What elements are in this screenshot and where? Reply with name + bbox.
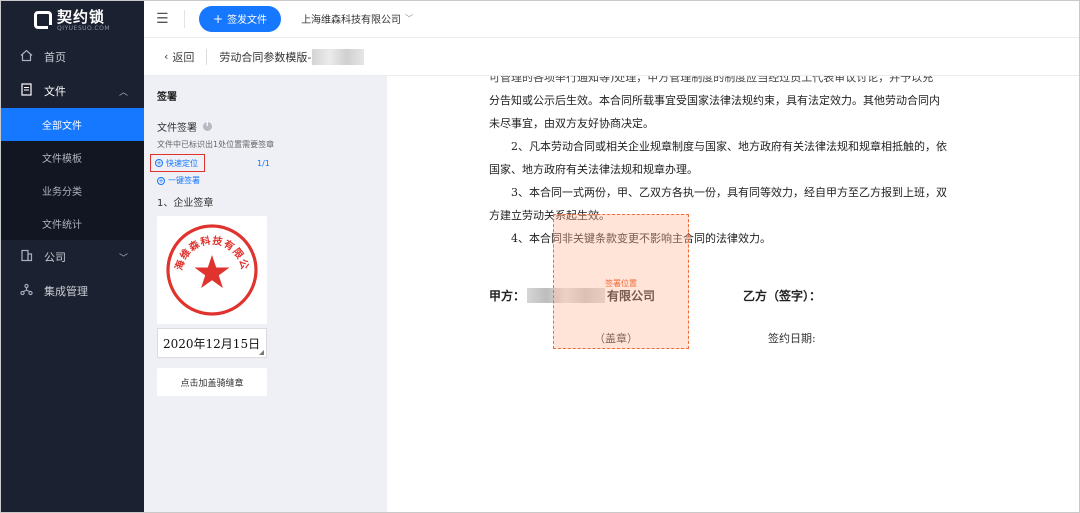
company-name: 上海维森科技有限公司 (301, 15, 402, 26)
logo[interactable]: 契约锁 QIYUESUO.COM (0, 0, 144, 40)
seal-stamp-icon: 上海维森科技有限公司 (164, 222, 258, 316)
party-a-label: 甲方： (489, 289, 526, 303)
sidebar-item-label: 公司 (44, 251, 66, 264)
document-paragraph: 2、凡本劳动合同或相关企业规章制度与国家、地方政府有关法律法规和规章相抵触的，依 (511, 140, 947, 153)
chevron-left-icon: ‹ (164, 50, 169, 63)
sidebar-item-home[interactable]: 首页 (0, 40, 144, 74)
document-paragraph: 3、本合同一式两份，甲、乙双方各执一份，具有同等效力，经自甲方至乙方报到上班，双 (511, 186, 947, 199)
quick-locate-button[interactable]: + 快速定位 (150, 154, 205, 172)
seal-text: 上海维森科技有限公司 (164, 222, 250, 272)
issue-file-button[interactable]: + 签发文件 (199, 5, 282, 32)
document-viewer[interactable]: 可管理的各项举行通知等)处理，甲方管理制度的制度应当经过员工代表审议讨论，并予以… (387, 76, 1080, 513)
plus-icon: + (213, 11, 224, 26)
one-key-sign-button[interactable]: + 一键签署 (157, 175, 374, 186)
back-button[interactable]: ‹ 返回 (164, 49, 194, 65)
sidebar-item-company[interactable]: 公司 ﹀ (0, 240, 144, 274)
building-icon (18, 249, 34, 266)
panel-title: 签署 (157, 92, 177, 103)
sidebar-subitem-file-templates[interactable]: 文件模板 (0, 141, 144, 174)
sidebar-item-files[interactable]: 文件 ︿ (0, 74, 144, 108)
sign-date-field[interactable]: 2020年12月15日 (157, 328, 267, 358)
sub-header: ‹ 返回 劳动合同参数模版- (144, 38, 1080, 76)
locate-counter: 1/1 (257, 158, 270, 168)
sidebar-item-integration[interactable]: 集成管理 (0, 274, 144, 308)
chevron-down-icon: ﹀ (405, 14, 414, 23)
integration-icon (18, 283, 34, 300)
sidebar-item-label: 文件 (44, 85, 66, 98)
sign-panel: 签署 文件签署 文件中已标识出1处位置需要签章 + 快速定位 1/1 + 一键签… (144, 76, 387, 513)
menu-toggle-icon[interactable]: ☰ (156, 11, 170, 27)
seal-heading: 1、企业签章 (157, 198, 214, 209)
document-icon (18, 82, 34, 100)
redacted-title-suffix (312, 48, 365, 65)
sidebar-subitem-business-categories[interactable]: 业务分类 (0, 174, 144, 207)
document-paragraph: 未尽事宜，由双方友好协商决定。 (489, 117, 654, 130)
resize-handle-icon[interactable] (259, 350, 264, 355)
add-seam-seal-button[interactable]: 点击加盖骑缝章 (157, 368, 267, 396)
document-title: 劳动合同参数模版- (219, 50, 312, 64)
top-bar: ☰ + 签发文件 上海维森科技有限公司 ﹀ (144, 0, 1080, 38)
section-title: 文件签署 (157, 123, 197, 134)
signature-placement-zone[interactable]: 签署位置 (553, 214, 689, 349)
locate-icon: + (155, 159, 163, 167)
info-icon[interactable] (203, 120, 212, 131)
sidebar-subitem-file-statistics[interactable]: 文件统计 (0, 207, 144, 240)
file-sign-section: 文件签署 (157, 119, 374, 134)
sign-note: 文件中已标识出1处位置需要签章 (157, 140, 275, 149)
file-submenu: 全部文件 文件模板 业务分类 文件统计 (0, 108, 144, 240)
company-seal[interactable]: 上海维森科技有限公司 (157, 216, 267, 324)
plus-circle-icon: + (157, 176, 165, 185)
party-b-label: 乙方（签字）： (743, 289, 822, 303)
sidebar-item-label: 集成管理 (44, 285, 88, 298)
divider (206, 48, 208, 65)
document-paragraph: 分告知或公示后生效。本合同所载事宜受国家法律法规约束，具有法定效力。其他劳动合同… (489, 94, 940, 107)
svg-text:上海维森科技有限公司: 上海维森科技有限公司 (164, 222, 251, 272)
company-selector[interactable]: 上海维森科技有限公司 ﹀ (301, 11, 413, 26)
quick-locate-row: + 快速定位 1/1 (150, 154, 374, 172)
chevron-up-icon: ︿ (118, 87, 128, 98)
signature-zone-label: 签署位置 (605, 279, 637, 288)
sidebar-item-label: 首页 (44, 51, 66, 64)
sidebar: 契约锁 QIYUESUO.COM 首页 文件 ︿ 全部文件 文件模板 业务分类 … (0, 0, 144, 513)
chevron-down-icon: ﹀ (118, 253, 128, 264)
sign-date-label: 签约日期: (768, 332, 816, 345)
logo-text: 契约锁 (57, 7, 106, 26)
logo-subtext: QIYUESUO.COM (57, 24, 111, 32)
divider (184, 9, 185, 28)
document-paragraph: 国家、地方政府有关法律法规和规章办理。 (489, 163, 698, 176)
document-paragraph: 可管理的各项举行通知等)处理，甲方管理制度的制度应当经过员工代表审议讨论，并予以… (489, 76, 934, 84)
home-icon (18, 49, 34, 66)
sidebar-subitem-all-files[interactable]: 全部文件 (0, 108, 144, 141)
logo-icon (34, 11, 53, 30)
